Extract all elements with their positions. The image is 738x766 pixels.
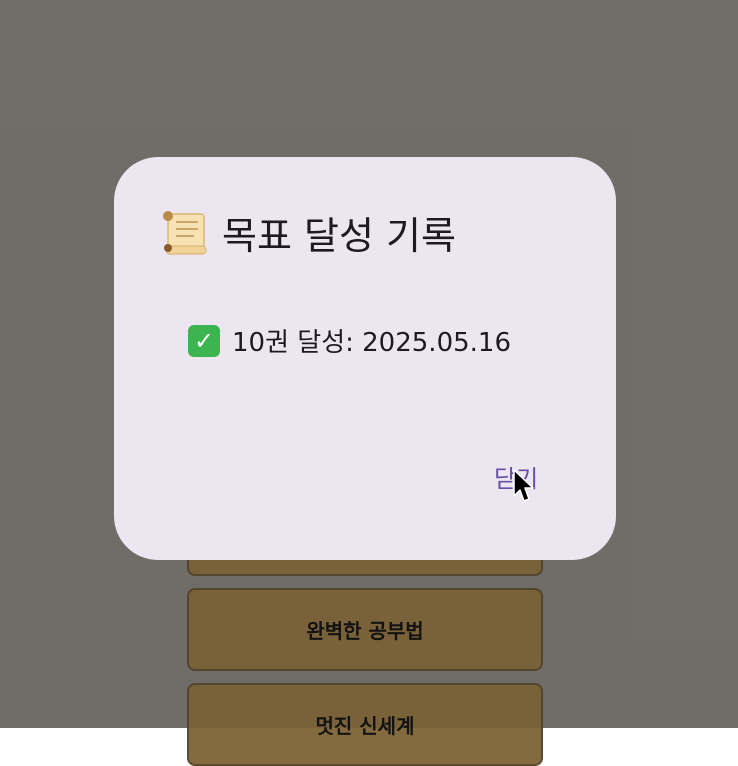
goal-record-item: ✓ 10권 달성: 2025.05.16 bbox=[188, 322, 511, 359]
dialog-title-row: 목표 달성 기록 bbox=[160, 205, 456, 260]
dialog-title: 목표 달성 기록 bbox=[222, 214, 456, 258]
mouse-cursor-icon bbox=[513, 469, 534, 502]
goal-record-dialog: 목표 달성 기록 ✓ 10권 달성: 2025.05.16 닫기 bbox=[114, 157, 616, 560]
check-icon: ✓ bbox=[188, 324, 220, 357]
scroll-icon bbox=[163, 210, 207, 255]
goal-record-text: 10권 달성: 2025.05.16 bbox=[232, 328, 511, 358]
